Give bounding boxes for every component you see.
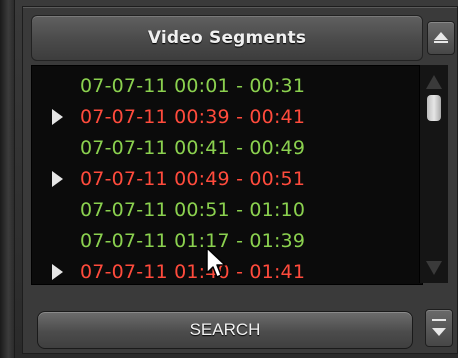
segment-row[interactable]: 07-07-11 00:49 - 00:51 bbox=[32, 163, 422, 194]
segment-label: 07-07-11 01:40 - 01:41 bbox=[80, 260, 306, 283]
scroll-thumb[interactable] bbox=[427, 95, 441, 121]
segment-row[interactable]: 07-07-11 00:51 - 01:10 bbox=[32, 194, 422, 225]
video-segments-panel: Video Segments 07-07-11 00:01 - 00:31 07… bbox=[22, 6, 458, 354]
search-button-label: SEARCH bbox=[189, 320, 261, 339]
segment-label: 07-07-11 01:17 - 01:39 bbox=[80, 229, 306, 252]
underline-icon bbox=[434, 41, 448, 43]
search-options-button[interactable] bbox=[425, 309, 453, 347]
segment-row[interactable]: 07-07-11 00:41 - 00:49 bbox=[32, 132, 422, 163]
chevron-up-icon bbox=[434, 32, 448, 40]
scroll-up-icon[interactable] bbox=[426, 75, 442, 89]
left-rail bbox=[0, 0, 15, 358]
panel-title: Video Segments bbox=[147, 28, 307, 48]
segment-label: 07-07-11 00:41 - 00:49 bbox=[80, 136, 306, 159]
scroll-down-icon[interactable] bbox=[426, 261, 442, 275]
overline-icon bbox=[432, 319, 446, 321]
segment-list-scrollbar[interactable] bbox=[419, 65, 448, 283]
search-button[interactable]: SEARCH bbox=[37, 311, 413, 349]
segment-row[interactable]: 07-07-11 00:01 - 00:31 bbox=[32, 70, 422, 101]
segment-row[interactable]: 07-07-11 00:39 - 00:41 bbox=[32, 101, 422, 132]
segment-label: 07-07-11 00:01 - 00:31 bbox=[80, 74, 306, 97]
segment-label: 07-07-11 00:49 - 00:51 bbox=[80, 167, 306, 190]
play-marker-icon bbox=[52, 108, 63, 125]
panel-header: Video Segments bbox=[31, 15, 423, 61]
segment-label: 07-07-11 00:51 - 01:10 bbox=[80, 198, 306, 221]
segment-label: 07-07-11 00:39 - 00:41 bbox=[80, 105, 306, 128]
collapse-button[interactable] bbox=[427, 21, 455, 55]
play-marker-icon bbox=[52, 263, 63, 280]
chevron-down-icon bbox=[432, 328, 446, 336]
mouse-cursor-icon bbox=[206, 247, 226, 278]
play-marker-icon bbox=[52, 170, 63, 187]
video-segments-window: Video Segments 07-07-11 00:01 - 00:31 07… bbox=[0, 0, 458, 358]
